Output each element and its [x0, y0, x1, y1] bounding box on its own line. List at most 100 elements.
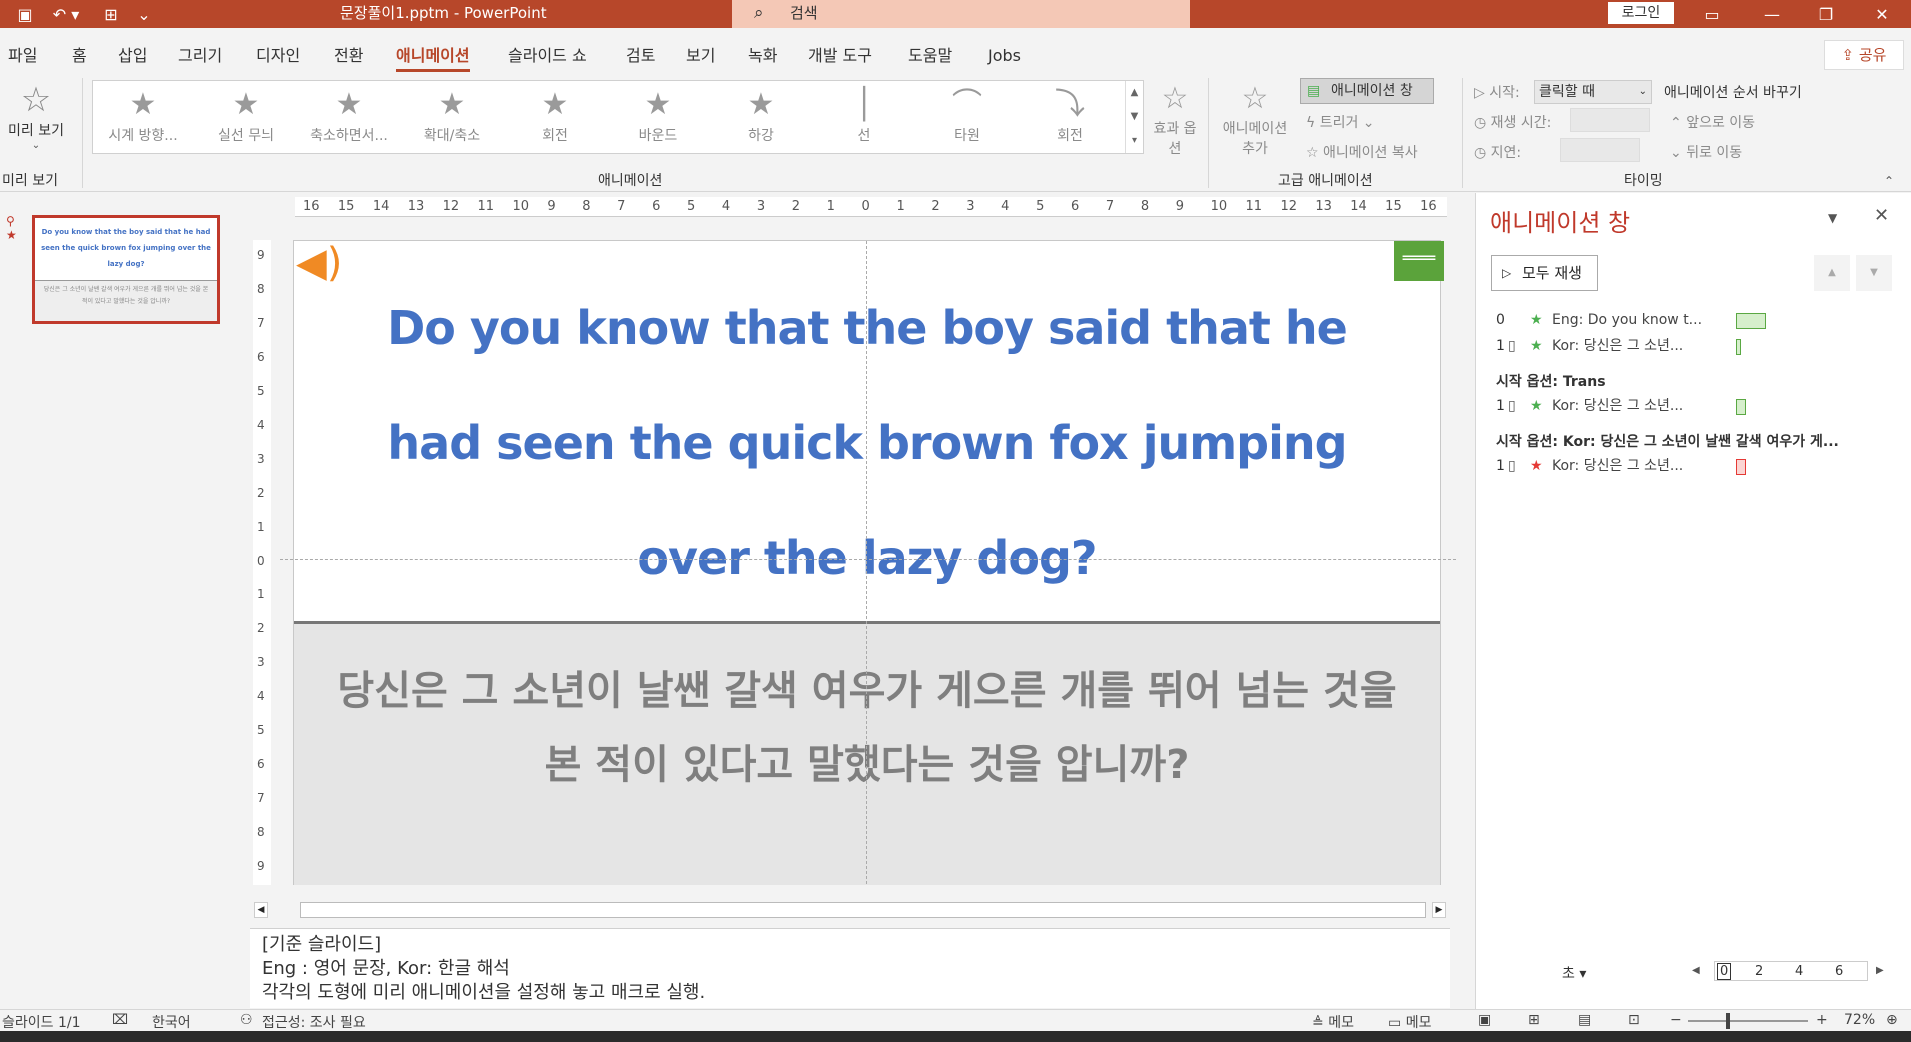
- scroll-right-icon[interactable]: ▶: [1432, 902, 1446, 918]
- zoom-out-icon[interactable]: −: [1670, 1012, 1682, 1028]
- slide-canvas[interactable]: ◀) ═══ Do you know that the boy said tha…: [280, 240, 1456, 885]
- animation-painter-button[interactable]: ☆ 애니메이션 복사: [1306, 142, 1418, 162]
- language-indicator[interactable]: 한국어: [152, 1012, 191, 1032]
- timeline-right-icon[interactable]: ▶: [1876, 965, 1884, 976]
- collapse-ribbon-icon[interactable]: ⌃: [1884, 174, 1894, 188]
- fit-slide-icon[interactable]: ⊕: [1886, 1012, 1898, 1028]
- tab-record[interactable]: 녹화: [748, 42, 777, 70]
- anim-label: 회전: [542, 128, 568, 144]
- normal-view-icon[interactable]: ▣: [1478, 1012, 1491, 1028]
- login-button[interactable]: 로그인: [1608, 2, 1674, 24]
- tab-jobs[interactable]: Jobs: [988, 42, 1021, 70]
- zoom-slider-thumb[interactable]: [1726, 1013, 1730, 1029]
- notes-pane[interactable]: [기준 슬라이드] Eng : 영어 문장, Kor: 한글 해석 각각의 도형…: [250, 928, 1470, 1008]
- tab-file[interactable]: 파일: [8, 42, 37, 70]
- tab-insert[interactable]: 삽입: [118, 42, 147, 70]
- horizontal-scrollbar[interactable]: ◀ ▶: [250, 900, 1450, 920]
- speaker-icon[interactable]: ◀): [296, 241, 342, 285]
- delay-input[interactable]: [1560, 138, 1640, 162]
- anim-row-trans[interactable]: 1 ▯ ★ Kor: 당신은 그 소년...: [1496, 395, 1896, 417]
- anim-drop[interactable]: ★ 하강: [711, 85, 811, 151]
- start-select[interactable]: 클릭할 때 ⌄: [1534, 80, 1652, 104]
- slideshow-icon[interactable]: ⊡: [1628, 1012, 1640, 1028]
- horizontal-ruler: 16 15 14 13 12 11 10 9 8 7 6 5 4 3 2 1 0 1 2 3 4 5 6 7 8 9 10 11 12 1…: [295, 197, 1447, 217]
- play-all-button[interactable]: ▷ 모두 재생: [1491, 255, 1598, 291]
- gallery-scroll[interactable]: ▲ ▼ ▾: [1125, 81, 1143, 153]
- anim-row-eng[interactable]: 0 ★ Eng: Do you know t...: [1496, 309, 1896, 331]
- pane-options-icon[interactable]: ▼: [1828, 211, 1837, 225]
- scroll-thumb[interactable]: [300, 902, 1426, 918]
- anim-row-kor[interactable]: 1 ▯ ★ Kor: 당신은 그 소년...: [1496, 335, 1896, 357]
- layout-icon[interactable]: ⊞: [96, 0, 126, 28]
- anim-zoom[interactable]: ★ 확대/축소: [402, 85, 502, 151]
- ruler-tick: 2: [257, 485, 265, 500]
- anim-shrink[interactable]: ★ 축소하면서...: [299, 85, 399, 151]
- reading-view-icon[interactable]: ▤: [1578, 1012, 1591, 1028]
- slide-thumbnail[interactable]: Do you know that the boy said that he ha…: [32, 215, 220, 324]
- vertical-guide[interactable]: [866, 241, 867, 884]
- notes-scrollbar[interactable]: [1454, 933, 1470, 1005]
- trigger-button[interactable]: ϟ 트리거 ⌄: [1306, 112, 1375, 132]
- move-down-button[interactable]: ▼: [1856, 255, 1892, 291]
- tab-review[interactable]: 검토: [626, 42, 655, 70]
- accessibility-status[interactable]: 접근성: 조사 필요: [262, 1012, 366, 1032]
- anim-line[interactable]: │ 선: [814, 85, 914, 151]
- timing-bar[interactable]: [1736, 339, 1741, 355]
- close-icon[interactable]: ✕: [1874, 205, 1889, 226]
- tab-animations[interactable]: 애니메이션: [396, 42, 470, 72]
- scroll-left-icon[interactable]: ◀: [254, 902, 268, 918]
- comments-toggle[interactable]: ▭ 메모: [1388, 1012, 1431, 1032]
- add-animation-button[interactable]: ☆ 애니메이션 추가: [1218, 80, 1292, 160]
- anim-wipe[interactable]: ★ 실선 무늬: [196, 85, 296, 151]
- anim-spin[interactable]: ★ 회전: [505, 85, 605, 151]
- spellcheck-icon[interactable]: ⌧: [112, 1012, 128, 1028]
- zoom-level[interactable]: 72%: [1844, 1012, 1875, 1028]
- save-icon[interactable]: ▣: [10, 0, 40, 28]
- anim-bounce[interactable]: ★ 바운드: [608, 85, 708, 151]
- tab-slideshow[interactable]: 슬라이드 쇼: [508, 42, 587, 70]
- restore-icon[interactable]: ❐: [1806, 0, 1846, 28]
- tab-transitions[interactable]: 전환: [334, 42, 363, 70]
- comment-icon[interactable]: ═══: [1394, 241, 1444, 281]
- move-up-button[interactable]: ▲: [1814, 255, 1850, 291]
- tab-help[interactable]: 도움말: [908, 42, 952, 70]
- slide-sorter-icon[interactable]: ⊞: [1528, 1012, 1540, 1028]
- zoom-slider[interactable]: [1688, 1020, 1808, 1022]
- customize-qat-icon[interactable]: ⌄: [132, 0, 156, 28]
- move-earlier-button[interactable]: ⌃ 앞으로 이동: [1670, 112, 1755, 132]
- ribbon-display-icon[interactable]: ▭: [1696, 0, 1728, 28]
- line-path-icon: │: [854, 87, 874, 122]
- timeline-left-icon[interactable]: ◀: [1692, 965, 1700, 976]
- seconds-dropdown[interactable]: 초 ▾: [1562, 963, 1586, 983]
- minimize-icon[interactable]: —: [1752, 0, 1792, 28]
- share-button[interactable]: ⇪ 공유: [1824, 40, 1904, 70]
- timing-bar[interactable]: [1736, 313, 1766, 329]
- english-shape[interactable]: ◀) ═══ Do you know that the boy said tha…: [294, 241, 1444, 621]
- notes-toggle[interactable]: ≜ 메모: [1312, 1012, 1354, 1032]
- ruler-tick: 3: [756, 199, 766, 214]
- anim-wheel[interactable]: ★ 시계 방향...: [93, 85, 193, 151]
- korean-shape[interactable]: 당신은 그 소년이 날쌘 갈색 여우가 게으른 개를 뛰어 넘는 것을 본 적이…: [294, 621, 1440, 885]
- move-later-button[interactable]: ⌄ 뒤로 이동: [1670, 142, 1742, 162]
- close-icon[interactable]: ✕: [1862, 0, 1902, 28]
- timing-bar[interactable]: [1736, 459, 1746, 475]
- undo-icon[interactable]: ↶ ▾: [46, 0, 86, 28]
- zoom-in-icon[interactable]: +: [1816, 1012, 1828, 1028]
- tab-design[interactable]: 디자인: [256, 42, 300, 70]
- anim-row-exit[interactable]: 1 ▯ ★ Kor: 당신은 그 소년...: [1496, 455, 1896, 477]
- animation-pane-button[interactable]: ▤ 애니메이션 창: [1300, 78, 1434, 104]
- preview-button[interactable]: ☆ 미리 보기 ⌄: [4, 80, 68, 160]
- tab-view[interactable]: 보기: [686, 42, 715, 70]
- tab-developer[interactable]: 개발 도구: [808, 42, 872, 70]
- timing-bar[interactable]: [1736, 399, 1746, 415]
- search-input[interactable]: ⌕ 검색: [732, 0, 1190, 28]
- horizontal-guide[interactable]: [280, 559, 1456, 560]
- anim-turn[interactable]: ⤵ 회전: [1020, 85, 1120, 151]
- duration-input[interactable]: [1570, 108, 1650, 132]
- tab-home[interactable]: 홈: [72, 42, 87, 70]
- effect-options-button[interactable]: ☆ 효과 옵션: [1150, 80, 1200, 160]
- tab-draw[interactable]: 그리기: [178, 42, 222, 70]
- anim-arc[interactable]: ⌒ 타원: [917, 85, 1017, 151]
- move-earlier-label: 앞으로 이동: [1686, 115, 1756, 131]
- timeline[interactable]: 0 2 4 6: [1714, 961, 1868, 981]
